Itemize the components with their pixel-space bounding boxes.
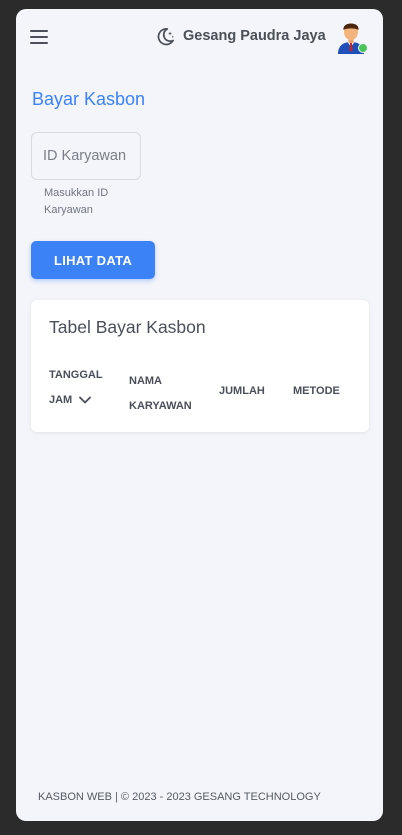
page-title: Bayar Kasbon — [32, 89, 146, 109]
column-header-metode[interactable]: METODE — [293, 379, 340, 404]
hamburger-menu-icon[interactable] — [30, 30, 48, 44]
view-data-button[interactable]: LIHAT DATA — [31, 241, 155, 279]
id-input-helper-text: Masukkan ID Karyawan — [44, 187, 109, 216]
user-name[interactable]: Gesang Paudra Jaya — [183, 28, 326, 44]
moon-stars-icon[interactable] — [154, 26, 176, 48]
chevron-down-icon[interactable] — [78, 395, 92, 405]
user-avatar-icon[interactable] — [334, 20, 368, 54]
column-header-nama-karyawan[interactable]: NAMA KARYAWAN — [129, 369, 209, 419]
column-header-label: TANGGAL JAM — [49, 369, 103, 406]
column-header-label: METODE — [293, 385, 340, 397]
online-status-dot — [358, 43, 368, 53]
column-header-tanggal-jam[interactable]: TANGGAL JAM — [49, 363, 119, 413]
top-navbar: Gesang Paudra Jaya — [16, 9, 383, 67]
app-frame: Gesang Paudra Jaya Bayar Kasbon Masukkan… — [16, 9, 383, 821]
column-header-label: NAMA KARYAWAN — [129, 375, 192, 412]
employee-id-input[interactable] — [31, 132, 141, 180]
column-header-jumlah[interactable]: JUMLAH — [219, 379, 265, 404]
column-header-label: JUMLAH — [219, 385, 265, 397]
footer-text: KASBON WEB | © 2023 - 2023 GESANG TECHNO… — [38, 791, 321, 803]
table-title: Tabel Bayar Kasbon — [49, 317, 206, 337]
kasbon-table-card: Tabel Bayar Kasbon TANGGAL JAM NAMA KARY… — [31, 300, 369, 432]
